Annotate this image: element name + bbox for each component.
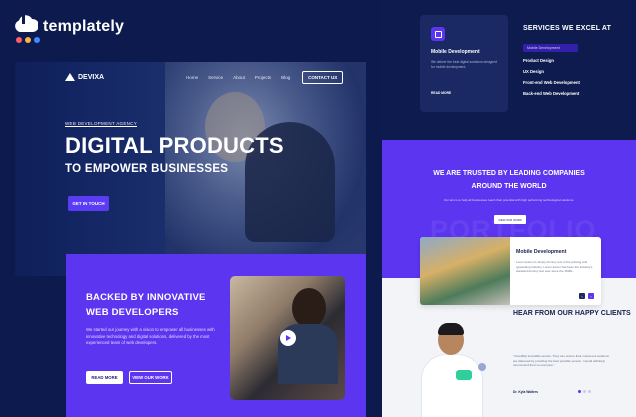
service-card-title: Mobile Development bbox=[431, 49, 480, 55]
about-title-line2: WEB DEVELOPERS bbox=[86, 307, 179, 318]
pagination-dot[interactable] bbox=[578, 390, 581, 393]
hero-badge: WEB DEVELOPMENT AGENCY bbox=[65, 121, 138, 127]
nav-link-blog[interactable]: Blog bbox=[281, 75, 290, 80]
play-icon[interactable] bbox=[280, 330, 296, 346]
client-photo bbox=[422, 323, 482, 417]
trusted-title-line1: WE ARE TRUSTED BY LEADING COMPANIES bbox=[433, 170, 585, 177]
prev-arrow-icon[interactable]: ‹ bbox=[579, 293, 585, 299]
mobile-device-icon bbox=[431, 27, 445, 41]
project-card[interactable]: Mobile Development Lorem Ipsum is simply… bbox=[420, 237, 601, 305]
service-item[interactable]: Product Design bbox=[523, 58, 633, 63]
brand-dots bbox=[16, 37, 40, 43]
client-hair bbox=[438, 323, 464, 335]
mockup-gap bbox=[366, 0, 382, 417]
about-video-thumbnail[interactable] bbox=[230, 276, 345, 400]
client-phone bbox=[456, 370, 472, 380]
nav-link-service[interactable]: Service bbox=[208, 75, 223, 80]
templately-brand[interactable]: templately bbox=[14, 14, 134, 44]
trusted-title-line2: AROUND THE WORLD bbox=[471, 183, 547, 190]
services-heading: SERVICES WE EXCEL AT bbox=[523, 25, 612, 32]
client-shirt bbox=[422, 355, 482, 417]
nav-links: Home Service About Projects Blog bbox=[186, 75, 290, 80]
nav-link-projects[interactable]: Projects bbox=[255, 75, 271, 80]
brand-dot-red bbox=[16, 37, 22, 43]
service-card-link[interactable]: READ MORE bbox=[431, 91, 451, 95]
testimonial-pagination bbox=[578, 390, 591, 393]
client-quote: "Incredibly incredible service. They can… bbox=[513, 354, 609, 367]
read-more-button[interactable]: READ MORE bbox=[86, 371, 123, 384]
services-list: SERVICES WE EXCEL AT Mobile Development … bbox=[523, 25, 633, 96]
site-navbar: DEVIXA Home Service About Projects Blog … bbox=[65, 69, 355, 85]
nav-link-home[interactable]: Home bbox=[186, 75, 198, 80]
view-our-work-button[interactable]: VIEW OUR WORK bbox=[129, 371, 172, 384]
service-item[interactable]: Back-end Web Development bbox=[523, 91, 633, 96]
clients-heading: HEAR FROM OUR HAPPY CLIENTS bbox=[513, 310, 631, 317]
trusted-paragraph: Our aim is to help all businesses reach … bbox=[443, 198, 575, 202]
templately-logo-icon bbox=[15, 15, 38, 32]
service-item[interactable]: Front-end Web Development bbox=[523, 80, 633, 85]
brand-name: templately bbox=[43, 18, 125, 35]
pagination-dot[interactable] bbox=[588, 390, 591, 393]
brand-dot-orange bbox=[25, 37, 31, 43]
service-card[interactable]: Mobile Development We deliver the best d… bbox=[420, 15, 508, 112]
thumbnail-person-head bbox=[292, 288, 326, 328]
nav-link-about[interactable]: About bbox=[233, 75, 245, 80]
contact-us-button[interactable]: CONTACT US bbox=[302, 70, 344, 84]
hero-title: DIGITAL PRODUCTS bbox=[65, 133, 284, 158]
service-item-selected[interactable]: Mobile Development bbox=[523, 44, 578, 52]
trusted-view-work-button[interactable]: VIEW OUR WORK bbox=[494, 215, 526, 224]
next-arrow-icon[interactable]: › bbox=[588, 293, 594, 299]
service-item[interactable]: UX Design bbox=[523, 69, 633, 74]
devixa-logo[interactable]: DEVIXA bbox=[65, 73, 104, 81]
chat-bubble-icon bbox=[478, 363, 486, 371]
service-card-description: We deliver the best digital solutions de… bbox=[431, 60, 497, 69]
project-card-description: Lorem Ipsum is simply dummy text of the … bbox=[516, 260, 593, 273]
project-card-title: Mobile Development bbox=[516, 249, 567, 255]
hero-subtitle: TO EMPOWER BUSINESSES bbox=[65, 163, 229, 175]
pagination-dot[interactable] bbox=[583, 390, 586, 393]
about-title-line1: BACKED BY INNOVATIVE bbox=[86, 292, 206, 303]
devixa-logo-icon bbox=[65, 73, 75, 81]
project-card-image bbox=[420, 237, 510, 305]
get-in-touch-button[interactable]: GET IN TOUCH bbox=[68, 196, 109, 211]
about-section: BACKED BY INNOVATIVE WEB DEVELOPERS We s… bbox=[66, 254, 366, 417]
hero-section: DEVIXA Home Service About Projects Blog … bbox=[15, 62, 366, 276]
devixa-logo-text: DEVIXA bbox=[78, 73, 105, 81]
about-paragraph: We started our journey with a vision to … bbox=[86, 327, 215, 345]
clients-section: HEAR FROM OUR HAPPY CLIENTS "Incredibly … bbox=[382, 310, 636, 417]
brand-dot-blue bbox=[34, 37, 40, 43]
client-author: Dr. Kyla Walters bbox=[513, 390, 538, 394]
